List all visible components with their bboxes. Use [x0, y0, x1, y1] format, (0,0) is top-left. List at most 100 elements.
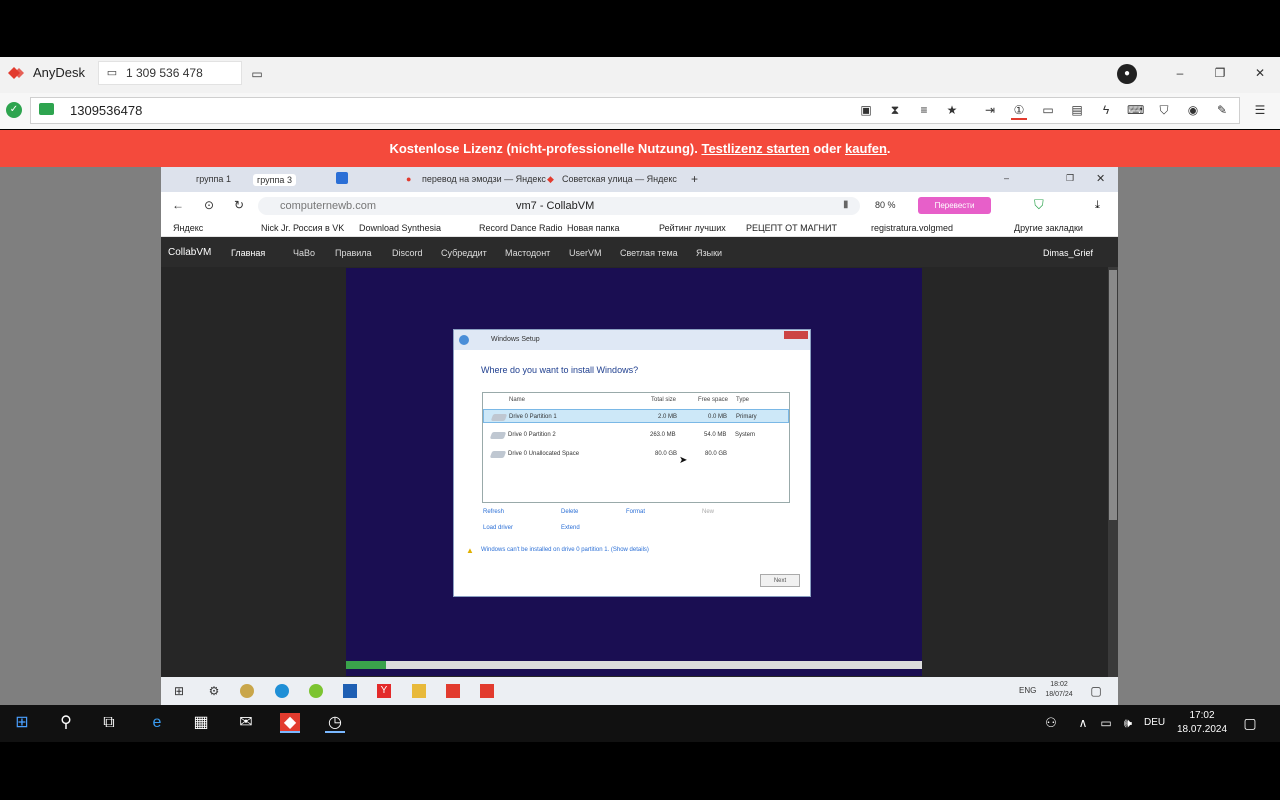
nav-faq[interactable]: ЧаВо: [293, 248, 315, 258]
browser-app-icon[interactable]: [336, 172, 348, 184]
window-restore-icon[interactable]: ❐: [1066, 173, 1074, 184]
mail-icon[interactable]: ✉: [236, 713, 256, 733]
table-row[interactable]: Drive 0 Partition 2 263.0 MB 54.0 MB Sys…: [483, 428, 789, 442]
monitor-1-icon[interactable]: ①: [1011, 102, 1027, 120]
menu-icon[interactable]: ☰: [1252, 102, 1268, 118]
scrollbar-thumb[interactable]: [1109, 270, 1117, 520]
actions-lightning-icon[interactable]: ϟ: [1098, 102, 1114, 118]
nav-uservm[interactable]: UserVM: [569, 248, 602, 258]
bookmark-synthesia[interactable]: Download Synthesia: [359, 223, 441, 233]
nav-discord[interactable]: Discord: [392, 248, 423, 258]
action-center-icon[interactable]: ▢: [1240, 713, 1260, 733]
collabvm-brand[interactable]: CollabVM: [168, 247, 211, 258]
bookmark-yandex[interactable]: Яндекс: [173, 223, 203, 233]
screen-icon[interactable]: ▭: [1040, 102, 1056, 118]
next-button[interactable]: Next: [760, 574, 800, 587]
warning-text[interactable]: Windows can't be installed on drive 0 pa…: [481, 547, 649, 553]
nav-home[interactable]: Главная: [231, 248, 265, 258]
star-icon[interactable]: ★: [944, 102, 960, 118]
protect-shield-icon[interactable]: ⛉: [1034, 197, 1044, 213]
yandex-icon[interactable]: ⊙: [201, 197, 217, 213]
remote-anydesk-icon[interactable]: [446, 684, 460, 698]
nav-light-theme[interactable]: Светлая тема: [620, 248, 678, 258]
translate-button[interactable]: Перевести: [918, 197, 991, 214]
window-close-icon[interactable]: ✕: [1096, 172, 1105, 185]
bookmark-record[interactable]: Record Dance Radio: [479, 223, 563, 233]
remote-start-icon[interactable]: ⊞: [171, 683, 187, 699]
address-field[interactable]: [30, 97, 1240, 124]
pen-icon[interactable]: ✎: [1214, 102, 1230, 118]
bookmark-rating[interactable]: Рейтинг лучших: [659, 223, 726, 233]
remote-app-green-icon[interactable]: [309, 684, 323, 698]
display-icon[interactable]: ▣: [858, 102, 874, 118]
system-clock[interactable]: 17:02 18.07.2024: [1172, 709, 1232, 737]
keyboard-icon[interactable]: ⌨: [1127, 102, 1144, 118]
bookmark-recipe[interactable]: РЕЦЕПТ ОТ МАГНИТ: [746, 223, 837, 233]
nav-subreddit[interactable]: Субреддит: [441, 248, 487, 258]
user-avatar-icon[interactable]: ●: [1117, 64, 1137, 84]
table-row[interactable]: Drive 0 Partition 1 2.0 MB 0.0 MB Primar…: [483, 409, 789, 423]
input-language[interactable]: DEU: [1144, 717, 1165, 728]
tab-street[interactable]: Советская улица — Яндекс: [562, 174, 677, 184]
remote-yandex-icon[interactable]: Y: [377, 684, 391, 698]
window-minimize-icon[interactable]: –: [1004, 173, 1009, 183]
people-icon[interactable]: ⚇: [1041, 713, 1061, 733]
start-icon[interactable]: ⊞: [12, 713, 32, 733]
remote-folder-icon[interactable]: [412, 684, 426, 698]
close-icon[interactable]: ✕: [1252, 65, 1268, 81]
reload-icon[interactable]: ↻: [231, 197, 247, 213]
delete-button[interactable]: Delete: [561, 509, 578, 515]
remote-word-icon[interactable]: [343, 684, 357, 698]
extend-button[interactable]: Extend: [561, 525, 580, 531]
file-transfer-icon[interactable]: ⇥: [982, 102, 998, 118]
user-menu[interactable]: Dimas_Grief: [1043, 248, 1093, 258]
trial-link[interactable]: Testlizenz starten: [701, 141, 809, 156]
remote-settings-gear-icon[interactable]: ⚙: [206, 683, 222, 699]
remote-notifications-icon[interactable]: ▢: [1088, 683, 1104, 699]
url-bar[interactable]: computernewb.com vm7 - CollabVM ▮: [258, 197, 860, 215]
maximize-icon[interactable]: ❐: [1212, 65, 1228, 81]
permissions-shield-icon[interactable]: ⛉: [1156, 102, 1172, 118]
format-button[interactable]: Format: [626, 509, 645, 515]
search-icon[interactable]: ⚲: [56, 713, 76, 733]
nav-mastodon[interactable]: Мастодонт: [505, 248, 550, 258]
remote-anydesk-2-icon[interactable]: [480, 684, 494, 698]
tab-translate[interactable]: перевод на эмодзи — Яндекс: [422, 174, 546, 184]
bookmark-nickjr[interactable]: Nick Jr. Россия в VK: [261, 223, 344, 233]
network-icon[interactable]: ▭: [1096, 713, 1116, 733]
nav-rules[interactable]: Правила: [335, 248, 372, 258]
dialog-close-icon[interactable]: [784, 331, 808, 339]
chat-icon[interactable]: ▤: [1069, 102, 1085, 118]
nav-languages[interactable]: Языки: [696, 248, 722, 258]
buy-link[interactable]: kaufen: [845, 141, 887, 156]
remote-edge-icon[interactable]: [275, 684, 289, 698]
new-tab-icon[interactable]: +: [691, 172, 698, 186]
tab-group-1[interactable]: группа 1: [196, 174, 231, 184]
minimize-icon[interactable]: –: [1172, 65, 1188, 81]
recorder-icon[interactable]: ◷: [325, 713, 345, 733]
hourglass-icon[interactable]: ⧗: [887, 102, 903, 118]
new-session-icon[interactable]: ▭: [249, 66, 265, 82]
remote-lang[interactable]: ENG: [1019, 686, 1036, 695]
anydesk-taskbar-icon[interactable]: ◆: [280, 713, 300, 733]
remote-clock[interactable]: 18:02 18/07/24: [1044, 680, 1074, 700]
bookmark-registratura[interactable]: registratura.volgmed: [871, 223, 953, 233]
tray-chevron-icon[interactable]: ∧: [1073, 713, 1093, 733]
back-icon[interactable]: ←: [170, 197, 186, 213]
bookmark-other[interactable]: Другие закладки: [1014, 223, 1083, 233]
edge-icon[interactable]: e: [147, 713, 167, 733]
new-button[interactable]: New: [702, 509, 714, 515]
refresh-button[interactable]: Refresh: [483, 509, 504, 515]
bookmark-icon[interactable]: ▮: [843, 199, 849, 210]
table-row[interactable]: Drive 0 Unallocated Space 80.0 GB 80.0 G…: [483, 447, 789, 461]
store-icon[interactable]: ▦: [191, 713, 211, 733]
volume-icon[interactable]: 🕪: [1118, 713, 1138, 733]
database-icon[interactable]: ≡: [916, 102, 932, 118]
remote-app-icon[interactable]: [240, 684, 254, 698]
bookmark-folder[interactable]: Новая папка: [567, 223, 619, 233]
zoom-level[interactable]: 80 %: [875, 200, 896, 210]
task-view-icon[interactable]: ⧉: [99, 713, 119, 733]
load-driver-button[interactable]: Load driver: [483, 525, 513, 531]
tab-group-3[interactable]: группа 3: [253, 174, 296, 186]
record-icon[interactable]: ◉: [1185, 102, 1201, 118]
